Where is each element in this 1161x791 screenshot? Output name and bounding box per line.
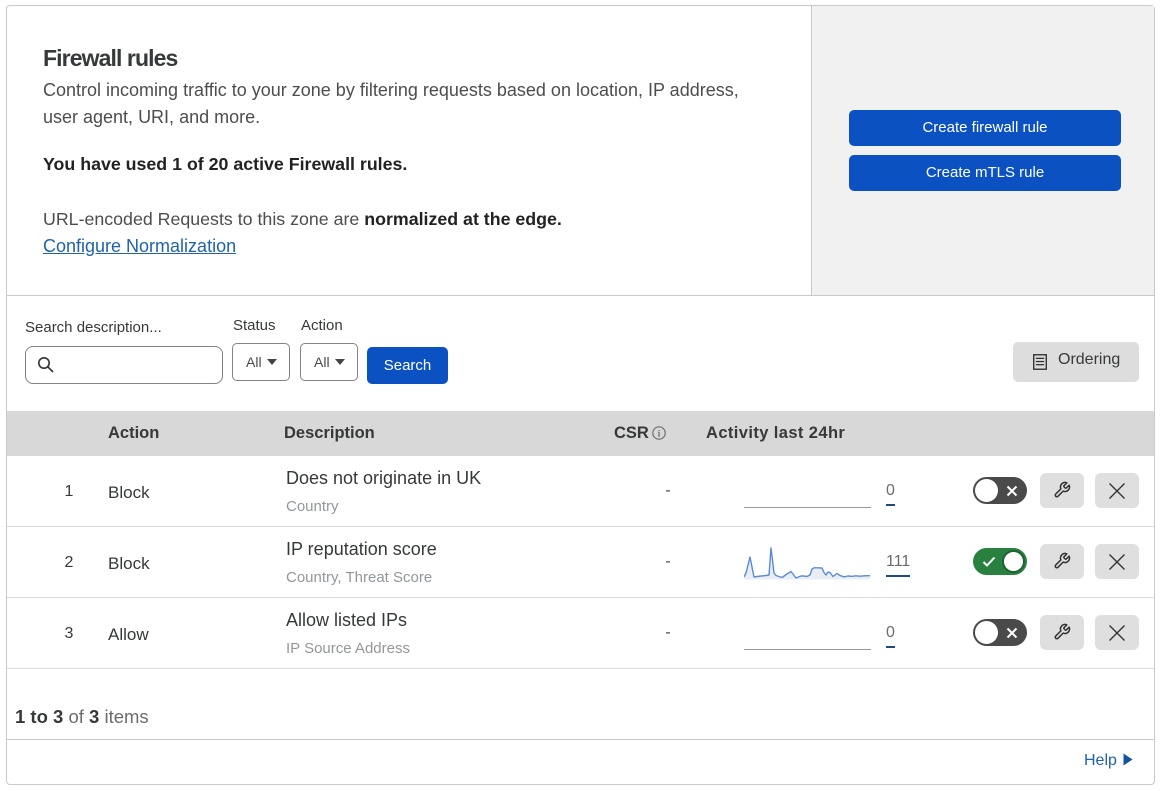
svg-text:i: i — [658, 429, 661, 439]
